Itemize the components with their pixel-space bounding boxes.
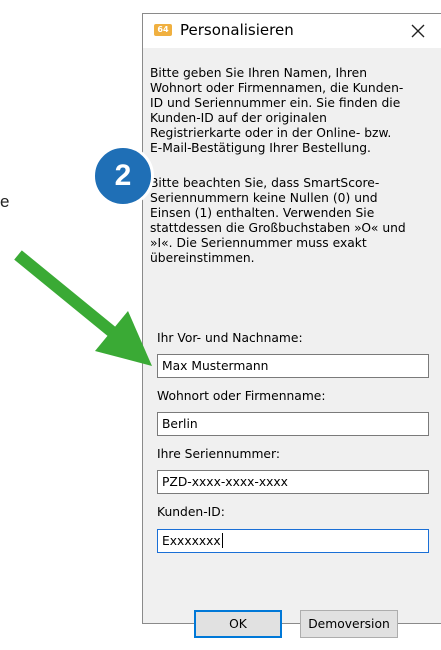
serial-value: PZD-xxxx-xxxx-xxxx: [162, 475, 288, 489]
app-icon: 64: [154, 24, 172, 36]
location-label: Wohnort oder Firmenname:: [157, 389, 326, 403]
serial-input[interactable]: PZD-xxxx-xxxx-xxxx: [157, 470, 429, 494]
step-number-badge: 2: [92, 145, 154, 207]
location-input[interactable]: Berlin: [157, 412, 429, 436]
customer-id-label: Kunden-ID:: [157, 505, 225, 519]
page: e 64 Personalisieren Bitte geben Sie Ihr…: [0, 0, 441, 650]
demo-version-button[interactable]: Demoversion: [300, 610, 398, 638]
background-text: e: [0, 192, 10, 211]
dialog-content: Bitte geben Sie Ihren Namen, Ihren Wohno…: [143, 48, 441, 623]
instructions-text: Bitte geben Sie Ihren Namen, Ihren Wohno…: [150, 66, 404, 155]
title-bar: 64 Personalisieren: [143, 14, 441, 48]
personalize-dialog: 64 Personalisieren Bitte geben Sie Ihren…: [142, 13, 441, 638]
name-label: Ihr Vor- und Nachname:: [157, 331, 303, 345]
serial-label: Ihre Seriennummer:: [157, 447, 280, 461]
serial-hint-text: Bitte beachten Sie, dass SmartScore- Ser…: [150, 176, 406, 265]
text-caret: [221, 533, 223, 548]
customer-id-value: Exxxxxxx: [162, 534, 221, 548]
name-input[interactable]: Max Mustermann: [157, 354, 429, 378]
customer-id-input[interactable]: Exxxxxxx: [157, 529, 429, 553]
ok-button[interactable]: OK: [194, 610, 282, 638]
dialog-title: Personalisieren: [180, 21, 294, 39]
name-value: Max Mustermann: [162, 359, 269, 373]
location-value: Berlin: [162, 417, 198, 431]
close-icon[interactable]: [405, 18, 431, 44]
